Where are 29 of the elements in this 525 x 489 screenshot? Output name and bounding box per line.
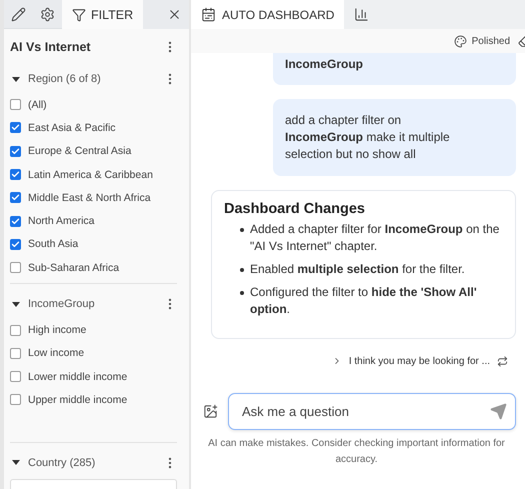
option-label: Middle East & North Africa: [28, 192, 151, 204]
bullet-text: Enabled multiple selection for the filter.: [250, 261, 465, 278]
option-label: Europe & Central Asia: [28, 145, 132, 158]
user-message: add a chapter filter on IncomeGroup make it multiple selection but no show all: [273, 99, 516, 176]
suggestion-link[interactable]: I think you may be looking for ...: [348, 356, 490, 366]
option-label: High income: [28, 324, 86, 336]
question-input[interactable]: Ask me a question: [240, 403, 490, 420]
option-label: East Asia & Pacific: [28, 122, 116, 134]
bullet-text: Configured the filter to hide the 'Show All' option.: [250, 284, 478, 318]
bullet-text: Added a chapter filter for IncomeGroup on the "AI Vs Internet" chapter.: [250, 221, 500, 255]
disclaimer-text: AI can make mistakes. Consider checking important information for accuracy.: [207, 437, 506, 467]
option-label: Upper middle income: [28, 394, 128, 406]
dashboard-tab[interactable]: AUTO DASHBOARD: [191, 0, 344, 29]
filter-title: Country (285): [28, 456, 96, 469]
option-label: Sub-Saharan Africa: [28, 262, 120, 274]
option-label: Low income: [28, 347, 84, 360]
chapter-title: AI Vs Internet: [10, 40, 91, 54]
filter-title: IncomeGroup: [28, 298, 96, 310]
user-message: IncomeGroup: [273, 53, 516, 85]
card-title: Dashboard Changes: [224, 201, 366, 217]
option-label: (All): [28, 98, 47, 111]
theme-button[interactable]: Polished: [450, 34, 514, 48]
filter-title: Region (6 of 8): [28, 73, 102, 85]
option-label: South Asia: [28, 238, 78, 250]
question-field[interactable]: Ask me a question: [228, 393, 516, 430]
option-label: Latin America & Caribbean: [28, 168, 153, 181]
filter-tab[interactable]: FILTER: [62, 0, 144, 29]
option-label: Lower middle income: [28, 370, 128, 383]
option-label: North America: [28, 215, 95, 228]
